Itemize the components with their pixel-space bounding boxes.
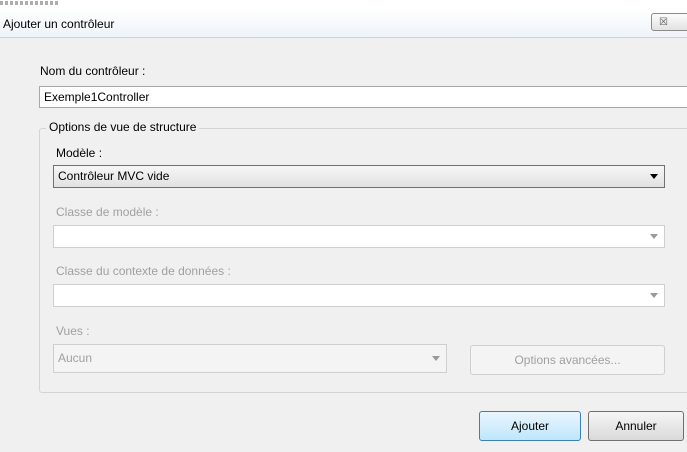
template-value: Contrôleur MVC vide xyxy=(58,169,170,183)
cancel-button[interactable]: Annuler xyxy=(588,411,684,441)
controller-name-input[interactable]: Exemple1Controller xyxy=(39,86,687,108)
advanced-options-button[interactable]: Options avancées... xyxy=(470,345,665,375)
template-select[interactable]: Contrôleur MVC vide xyxy=(53,165,665,188)
model-class-select[interactable] xyxy=(53,225,665,248)
data-context-select[interactable] xyxy=(53,284,665,307)
add-button[interactable]: Ajouter xyxy=(479,411,581,441)
template-label: Modèle : xyxy=(56,146,103,160)
close-button[interactable]: ☒ xyxy=(651,13,687,31)
views-select[interactable]: Aucun xyxy=(53,344,447,373)
background-scribble xyxy=(0,1,60,5)
controller-name-label: Nom du contrôleur : xyxy=(40,64,146,78)
dialog-titlebar: Ajouter un contrôleur ☒ xyxy=(0,8,687,38)
data-context-label: Classe du contexte de données : xyxy=(56,264,231,278)
chevron-down-icon xyxy=(647,166,661,187)
chevron-down-icon xyxy=(647,226,661,247)
chevron-down-icon xyxy=(429,345,443,372)
scaffold-options-legend: Options de vue de structure xyxy=(46,120,200,134)
controller-name-value: Exemple1Controller xyxy=(44,90,150,104)
model-class-label: Classe de modèle : xyxy=(56,205,159,219)
close-icon: ☒ xyxy=(659,17,668,28)
views-label: Vues : xyxy=(56,324,90,338)
views-value: Aucun xyxy=(58,351,93,365)
dialog-title: Ajouter un contrôleur xyxy=(3,17,115,31)
background-strip xyxy=(0,0,687,8)
chevron-down-icon xyxy=(647,285,661,306)
